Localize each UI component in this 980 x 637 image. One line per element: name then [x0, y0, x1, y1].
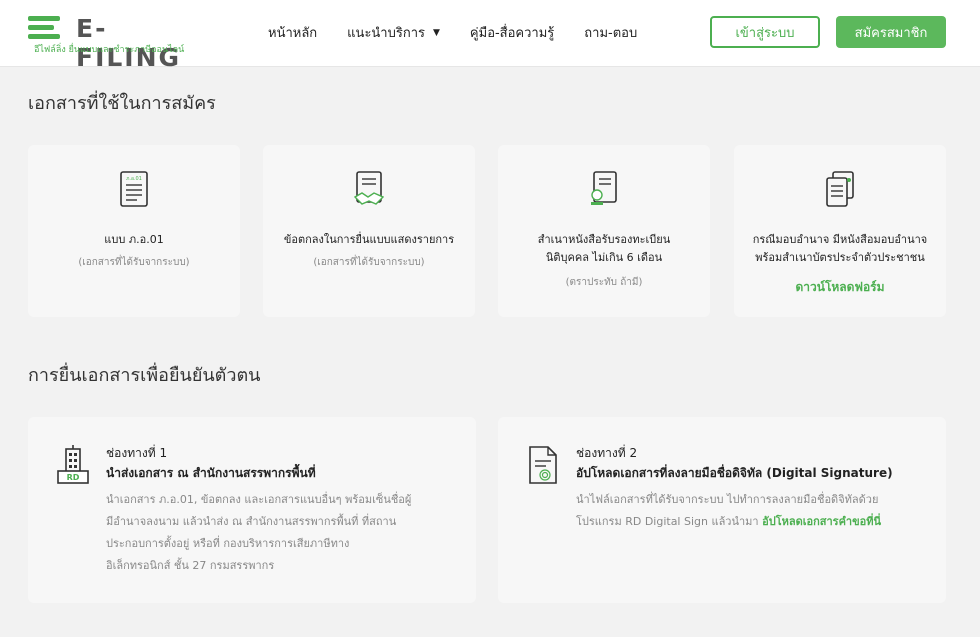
channel-card-2: ช่องทางที่ 2 อัปโหลดเอกสารที่ลงลายมือชื่…	[498, 417, 946, 603]
main-nav: หน้าหลัก แนะนำบริการ ▼ คู่มือ-สื่อความรู…	[268, 22, 667, 43]
doc-card-sub: (เอกสารที่ได้รับจากระบบ)	[313, 257, 425, 268]
channel-card-1: RD ช่องทางที่ 1 นำส่งเอกสาร ณ สำนักงานสร…	[28, 417, 476, 603]
nav-services[interactable]: แนะนำบริการ ▼	[347, 22, 440, 43]
efiling-logo[interactable]: E-FILING อีไฟล์ลิ่ง ยื่นแบบและชำระภาษีออ…	[28, 14, 188, 72]
verification-section-title: การยื่นเอกสารเพื่อยืนยันตัวตน	[28, 365, 261, 386]
channel-heading: ช่องทางที่ 2 อัปโหลดเอกสารที่ลงลายมือชื่…	[576, 443, 893, 483]
nav-faq[interactable]: ถาม-ตอบ	[584, 22, 637, 43]
agreement-icon	[354, 171, 384, 205]
doc-card-sub: (เอกสารที่ได้รับจากระบบ)	[78, 257, 190, 268]
certificate-icon	[591, 171, 617, 205]
chevron-down-icon: ▼	[433, 27, 440, 38]
channel-description-text: โปรแกรม RD Digital Sign แล้วนำมา	[576, 515, 763, 528]
digital-signature-doc-icon	[529, 446, 557, 484]
office-building-icon: RD	[57, 445, 89, 484]
doc-card-title: ข้อตกลงในการยื่นแบบแสดงรายการ	[283, 233, 455, 246]
register-button[interactable]: สมัครสมาชิก	[836, 16, 946, 48]
form-doc-icon-label: ภ.อ.01	[126, 176, 142, 182]
nav-home[interactable]: หน้าหลัก	[268, 22, 317, 43]
doc-card-sub: (ตราประทับ ถ้ามี)	[565, 277, 643, 288]
channel-description: นำเอกสาร ภ.อ.01, ข้อตกลง และเอกสารแนบอื่…	[106, 489, 452, 577]
logo-mark-icon	[28, 16, 60, 39]
doc-card-title: กรณีมอบอำนาจ มีหนังสือมอบอำนาจ พร้อมสำเน…	[734, 231, 946, 267]
channel-heading: ช่องทางที่ 1 นำส่งเอกสาร ณ สำนักงานสรรพา…	[106, 443, 316, 483]
nav-manual[interactable]: คู่มือ-สื่อความรู้	[470, 22, 554, 43]
channel-label: ช่องทางที่ 2	[576, 446, 638, 460]
power-of-attorney-icon	[826, 171, 854, 207]
doc-card-power-of-attorney: กรณีมอบอำนาจ มีหนังสือมอบอำนาจ พร้อมสำเน…	[734, 145, 946, 317]
doc-card-title-line: นิติบุคคล ไม่เกิน 6 เดือน	[545, 251, 663, 264]
doc-card-form: ภ.อ.01 แบบ ภ.อ.01 (เอกสารที่ได้รับจากระบ…	[28, 145, 240, 317]
doc-card-title: แบบ ภ.อ.01	[104, 233, 164, 246]
form-doc-icon: ภ.อ.01	[120, 171, 148, 207]
channel-title: อัปโหลดเอกสารที่ลงลายมือชื่อดิจิทัล (Dig…	[576, 466, 893, 480]
channel-description-line: มีอำนาจลงนาม แล้วนำส่ง ณ สำนักงานสรรพากร…	[106, 515, 397, 528]
logo-subtitle: อีไฟล์ลิ่ง ยื่นแบบและชำระภาษีออนไลน์	[34, 45, 185, 55]
doc-card-agreement: ข้อตกลงในการยื่นแบบแสดงรายการ (เอกสารที่…	[263, 145, 475, 317]
doc-card-title-line: สำเนาหนังสือรับรองทะเบียน	[537, 233, 671, 246]
channel-title: นำส่งเอกสาร ณ สำนักงานสรรพากรพื้นที่	[106, 466, 316, 480]
channel-description-line: ประกอบการตั้งอยู่ หรือที่ กองบริหารการเส…	[106, 537, 350, 550]
doc-card-certificate: สำเนาหนังสือรับรองทะเบียน นิติบุคคล ไม่เ…	[498, 145, 710, 317]
office-building-icon-label: RD	[67, 473, 80, 482]
channel-description-line: อิเล็กทรอนิกส์ ชั้น 27 กรมสรรพากร	[106, 559, 275, 572]
download-form-link[interactable]: ดาวน์โหลดฟอร์ม	[734, 278, 946, 297]
channel-label: ช่องทางที่ 1	[106, 446, 168, 460]
upload-request-link[interactable]: อัปโหลดเอกสารคำขอที่นี่	[762, 515, 881, 528]
channel-description: นำไฟล์เอกสารที่ได้รับจากระบบ ไปทำการลงลา…	[576, 489, 922, 533]
doc-card-title: สำเนาหนังสือรับรองทะเบียน นิติบุคคล ไม่เ…	[498, 231, 710, 267]
documents-section-title: เอกสารที่ใช้ในการสมัคร	[28, 93, 216, 114]
channel-description-line: นำไฟล์เอกสารที่ได้รับจากระบบ ไปทำการลงลา…	[576, 493, 879, 506]
doc-card-title-line: พร้อมสำเนาบัตรประจำตัวประชาชน	[755, 251, 925, 264]
channel-description-line: โปรแกรม RD Digital Sign แล้วนำมา อัปโหลด…	[576, 511, 922, 533]
doc-card-title-line: กรณีมอบอำนาจ มีหนังสือมอบอำนาจ	[752, 233, 928, 246]
site-header: E-FILING อีไฟล์ลิ่ง ยื่นแบบและชำระภาษีออ…	[0, 0, 980, 72]
nav-services-label: แนะนำบริการ	[347, 26, 425, 41]
login-button[interactable]: เข้าสู่ระบบ	[710, 16, 820, 48]
channel-description-line: นำเอกสาร ภ.อ.01, ข้อตกลง และเอกสารแนบอื่…	[106, 493, 412, 506]
